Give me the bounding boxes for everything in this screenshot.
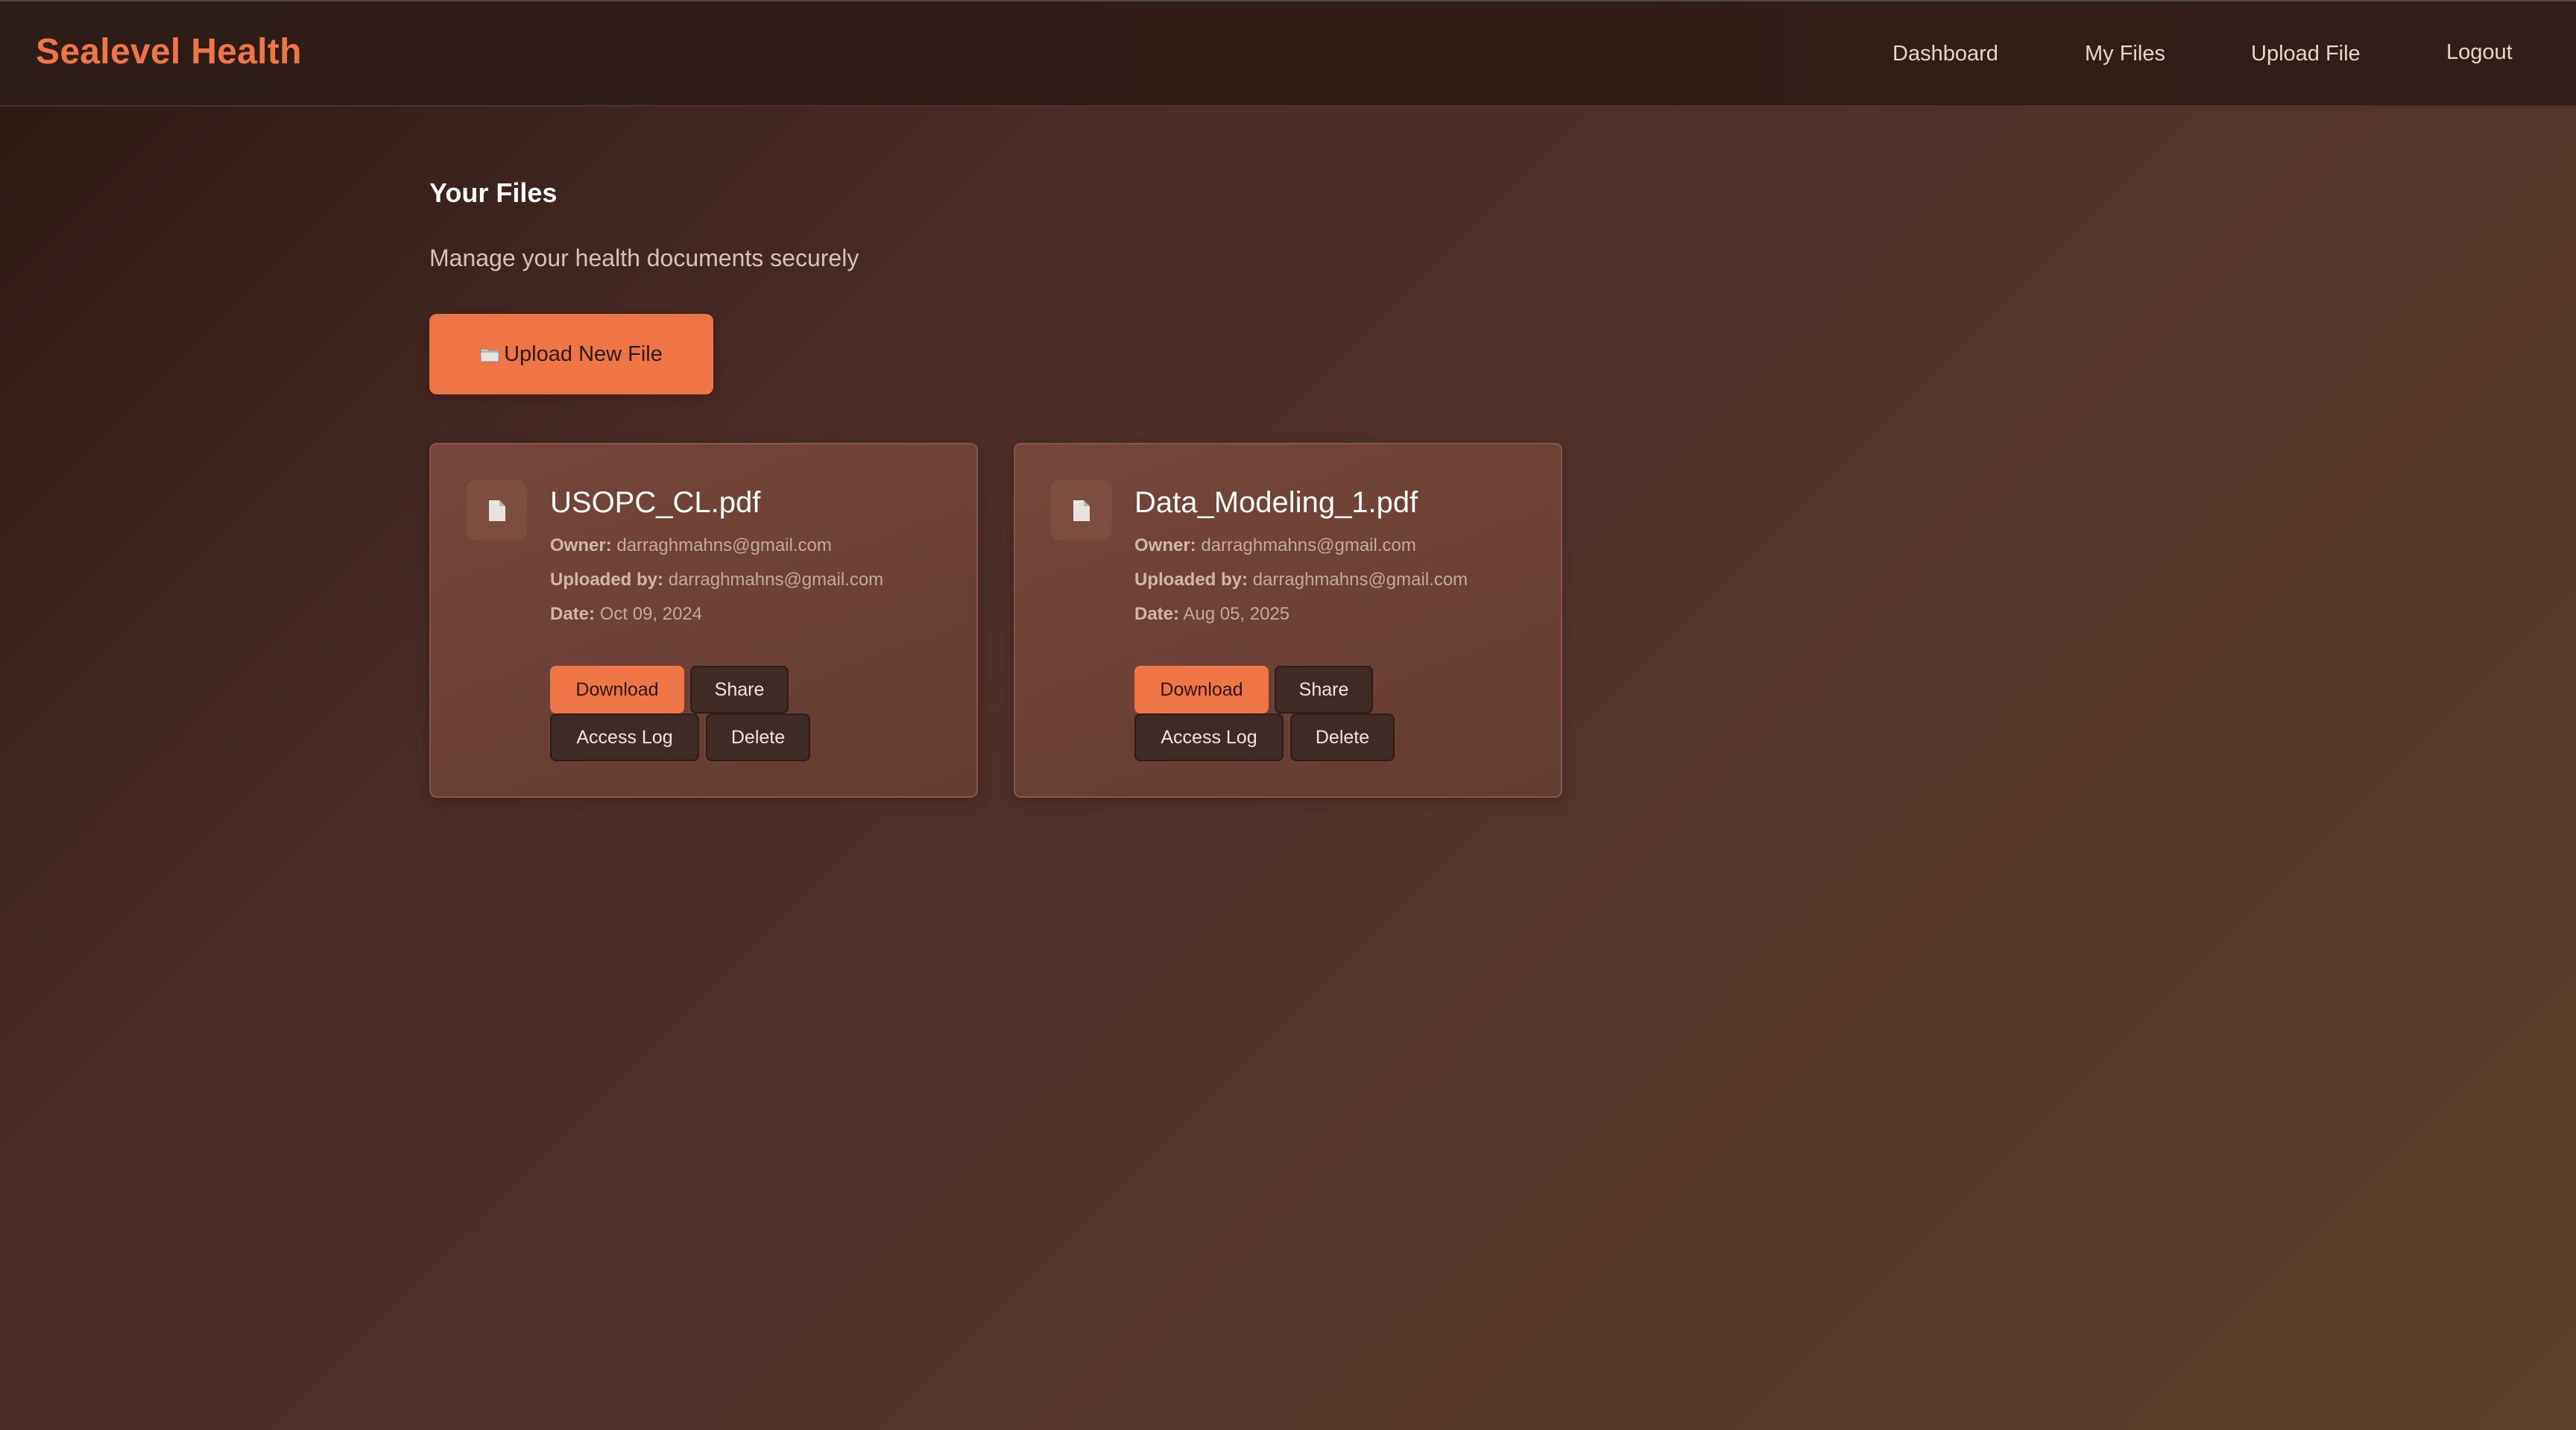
date-label: Date: (550, 604, 596, 624)
file-uploaded-by: Uploaded by: darraghmahns@gmail.com (1134, 570, 1468, 590)
owner-value: darraghmahns@gmail.com (616, 535, 832, 555)
document-icon (1051, 480, 1111, 541)
share-button[interactable]: Share (690, 666, 789, 714)
file-date: Date: Oct 09, 2024 (550, 604, 702, 625)
delete-button[interactable]: Delete (1290, 714, 1395, 761)
owner-label: Owner: (1134, 535, 1196, 555)
share-button[interactable]: Share (1275, 666, 1373, 714)
file-card: Data_Modeling_1.pdf Owner: darraghmahns@… (1014, 443, 1562, 798)
file-card: USOPC_CL.pdf Owner: darraghmahns@gmail.c… (429, 443, 978, 798)
document-icon (467, 480, 527, 541)
uploaded-by-label: Uploaded by: (550, 570, 664, 590)
top-navbar: Sealevel Health Dashboard My Files Uploa… (0, 0, 2576, 107)
file-owner: Owner: darraghmahns@gmail.com (1134, 535, 1416, 556)
access-log-button[interactable]: Access Log (550, 714, 699, 761)
file-owner: Owner: darraghmahns@gmail.com (550, 535, 832, 556)
page-title: Your Files (429, 177, 558, 208)
date-value: Aug 05, 2025 (1183, 604, 1290, 624)
access-log-button[interactable]: Access Log (1134, 714, 1284, 761)
nav-link-logout[interactable]: Logout (2446, 40, 2513, 65)
delete-button[interactable]: Delete (706, 714, 810, 761)
brand-logo[interactable]: Sealevel Health (36, 31, 302, 72)
owner-value: darraghmahns@gmail.com (1201, 535, 1416, 555)
download-button[interactable]: Download (550, 666, 684, 714)
file-uploaded-by: Uploaded by: darraghmahns@gmail.com (550, 570, 883, 590)
nav-link-upload-file[interactable]: Upload File (2251, 42, 2361, 66)
uploaded-by-label: Uploaded by: (1134, 570, 1248, 590)
download-button[interactable]: Download (1134, 666, 1269, 714)
date-label: Date: (1134, 604, 1180, 624)
uploaded-by-value: darraghmahns@gmail.com (1252, 570, 1468, 590)
upload-new-file-button[interactable]: Upload New File (429, 314, 713, 394)
nav-link-my-files[interactable]: My Files (2085, 42, 2165, 66)
owner-label: Owner: (550, 535, 612, 555)
nav-link-dashboard[interactable]: Dashboard (1892, 42, 1998, 66)
uploaded-by-value: darraghmahns@gmail.com (668, 570, 884, 590)
date-value: Oct 09, 2024 (599, 604, 703, 624)
file-date: Date: Aug 05, 2025 (1134, 604, 1289, 625)
page-subtitle: Manage your health documents securely (429, 245, 859, 271)
upload-new-file-label: Upload New File (504, 341, 663, 366)
file-name: USOPC_CL.pdf (550, 486, 761, 519)
file-name: Data_Modeling_1.pdf (1134, 486, 1418, 519)
folder-icon (480, 346, 499, 362)
